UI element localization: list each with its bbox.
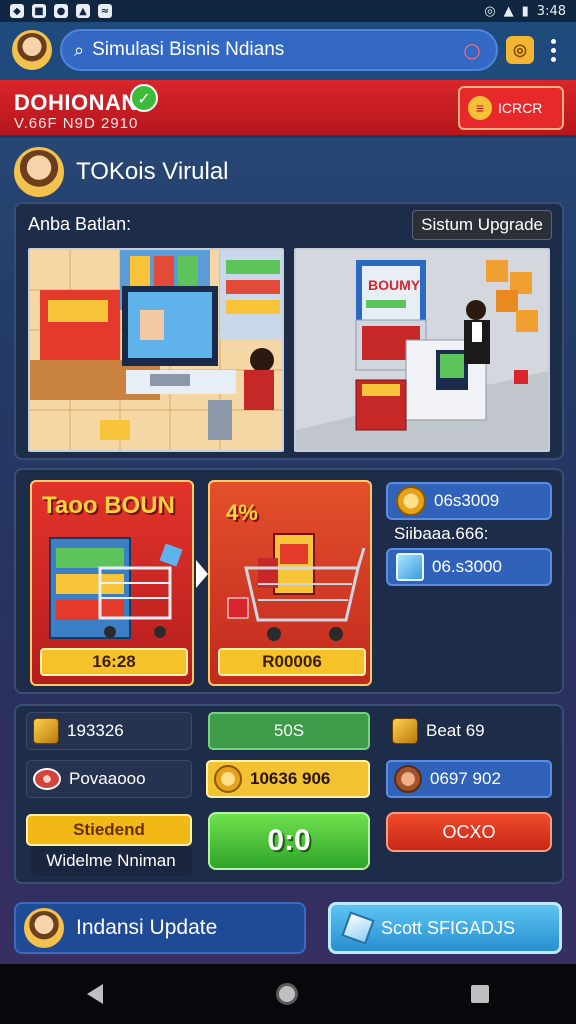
stat-box: 193326	[26, 712, 192, 750]
banner-button[interactable]: ≡ ICRCR	[458, 86, 564, 130]
signal-icon: ▲	[503, 3, 514, 19]
gems-value: 06.s3000	[432, 557, 502, 576]
resource-caption: Siibaaa.666:	[394, 524, 489, 543]
menu-coin-icon: ≡	[468, 96, 492, 120]
industry-update-label: Indansi Update	[76, 916, 218, 939]
red-action-button[interactable]: OCXO	[386, 812, 552, 852]
promo-banner: DOHIONAN ✓ V.66F N9D 2910 ≡ ICRCR	[0, 80, 576, 138]
wifi-icon: ≈	[98, 4, 112, 18]
status-time: 3:48	[536, 3, 566, 19]
gem-icon	[396, 553, 424, 581]
banner-brand: DOHIONAN	[14, 90, 138, 115]
home-icon[interactable]	[275, 983, 298, 1005]
system-upgrade-tag[interactable]: Sistum Upgrade	[412, 210, 552, 240]
stat-box-value: 193326	[67, 721, 124, 740]
stat-green-value: 50S	[273, 721, 305, 740]
stat-coin[interactable]: 10636 906	[206, 760, 370, 798]
box-icon	[33, 718, 59, 744]
stat-beat: Beat 69	[386, 712, 552, 750]
stat-beat-value: Beat 69	[426, 721, 485, 740]
coin-icon	[396, 486, 426, 516]
stats-subtitle: Widelme Nniman	[30, 846, 192, 876]
store-header: TOKois Virulal	[14, 146, 562, 198]
stat-meat: Povaaooo	[26, 760, 192, 798]
battery-icon: ▮	[521, 3, 529, 19]
stat-meat-label: Povaaooo	[69, 769, 146, 788]
navigation-icon: ▲	[76, 4, 90, 18]
avatar	[24, 908, 64, 948]
scenes-label: Anba Batlan:	[28, 214, 132, 234]
offer-card[interactable]: Taoo BOUN 16:28	[30, 480, 194, 686]
banner-button-label: ICRCR	[498, 100, 543, 116]
shield-icon: ●	[54, 4, 68, 18]
system-nav-bar	[0, 964, 576, 1024]
profile-avatar[interactable]	[12, 30, 52, 70]
yellow-label-text: Stiedend	[73, 820, 145, 839]
app-icon: ■	[32, 4, 46, 18]
alarm-icon: ◎	[484, 3, 496, 19]
stats-panel: 193326 50S Beat 69 Povaaooo 10636 906 06…	[14, 704, 564, 884]
offer-price[interactable]: 16:28	[40, 648, 188, 676]
app-bar: ⌕ Simulasi Bisnis Ndians ○ ◎	[0, 22, 576, 78]
scenes-panel: Anba Batlan: Sistum Upgrade BOUMY	[14, 202, 564, 460]
shopping-cart-illustration	[227, 533, 366, 641]
verified-check-icon: ✓	[130, 84, 158, 112]
offer-title: Taoo BOUN	[42, 492, 175, 519]
crate-icon	[392, 718, 418, 744]
back-icon[interactable]	[86, 984, 103, 1004]
play-button[interactable]: 0:0	[208, 812, 370, 870]
stats-subtitle-text: Widelme Nniman	[46, 851, 176, 870]
shelf-cart-illustration	[49, 537, 183, 639]
offer-discount: 4%	[226, 500, 258, 525]
cube-icon	[341, 911, 375, 945]
arrow-right-icon	[196, 560, 208, 588]
coins-button[interactable]: ◎	[506, 36, 534, 64]
recents-icon[interactable]	[471, 985, 490, 1003]
banner-subtitle: V.66F N9D 2910	[14, 115, 139, 132]
yellow-label-button[interactable]: Stiedend	[26, 814, 192, 846]
offers-panel: Taoo BOUN 16:28 4% R00006 06s3009 Siibaa…	[14, 468, 564, 694]
offer-price[interactable]: R00006	[218, 648, 366, 676]
industry-update-button[interactable]: Indansi Update	[14, 902, 306, 954]
stat-coin2-value: 0697 902	[430, 769, 501, 788]
coins-value: 06s3009	[434, 491, 500, 510]
stat-coin-value: 10636 906	[250, 769, 331, 788]
start-button-label: Scott SFIGADJS	[381, 917, 516, 938]
coins-balance[interactable]: 06s3009	[386, 482, 552, 520]
stat-coin-secondary[interactable]: 0697 902	[386, 760, 552, 798]
coin-icon	[214, 765, 242, 793]
status-bar: ◆ ■ ● ▲ ≈ ◎ ▲ ▮ 3:48	[0, 0, 576, 22]
checkout-counter-image[interactable]: BOUMY	[294, 248, 550, 452]
search-input[interactable]: Simulasi Bisnis Ndians	[92, 39, 452, 61]
meat-icon	[33, 768, 61, 790]
stat-green[interactable]: 50S	[208, 712, 370, 750]
search-button-icon[interactable]: ○	[460, 38, 484, 62]
store-interior-image[interactable]	[28, 248, 284, 452]
start-button[interactable]: Scott SFIGADJS	[328, 902, 562, 954]
gems-balance[interactable]: 06.s3000	[386, 548, 552, 586]
search-icon: ⌕	[74, 39, 85, 61]
store-title: TOKois Virulal	[76, 158, 229, 185]
overflow-menu-button[interactable]	[542, 38, 564, 62]
offer-card[interactable]: 4% R00006	[208, 480, 372, 686]
search-bar[interactable]: ⌕ Simulasi Bisnis Ndians ○	[60, 29, 498, 71]
bronze-coin-icon	[394, 765, 422, 793]
notification-icon: ◆	[10, 4, 24, 18]
svg-text:BOUMY: BOUMY	[368, 277, 421, 293]
store-avatar[interactable]	[14, 147, 64, 197]
